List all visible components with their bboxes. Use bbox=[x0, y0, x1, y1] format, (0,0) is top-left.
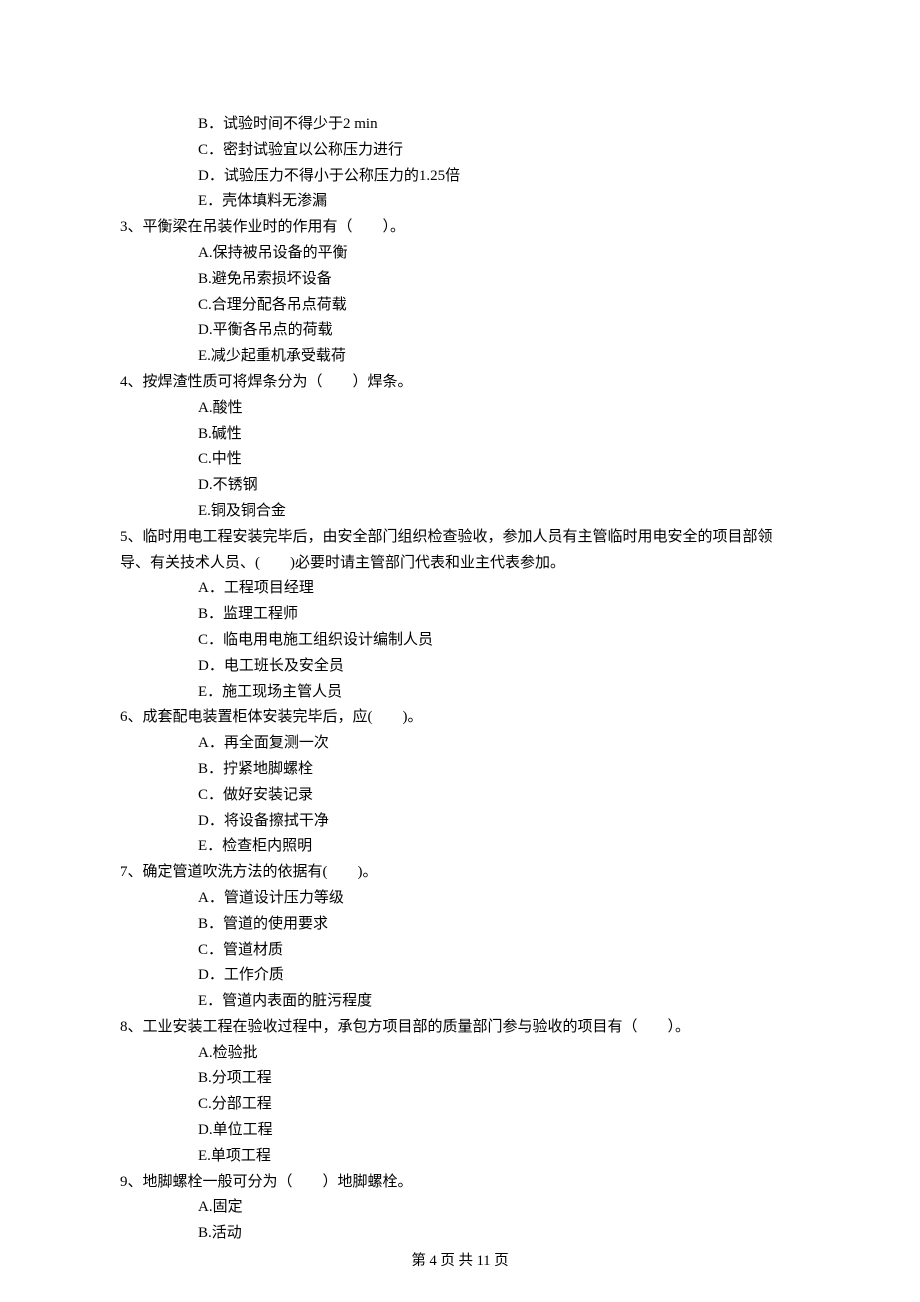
option-e: E．壳体填料无渗漏 bbox=[198, 189, 800, 215]
page: B．试验时间不得少于2 min C．密封试验宜以公称压力进行 D．试验压力不得小… bbox=[0, 0, 920, 1302]
option-e: E.减少起重机承受载荷 bbox=[198, 344, 800, 370]
page-footer: 第 4 页 共 11 页 bbox=[0, 1249, 920, 1274]
question-stem: 6、成套配电装置柜体安装完毕后，应( )。 bbox=[120, 705, 800, 731]
question-4: 4、按焊渣性质可将焊条分为（ ）焊条。 A.酸性 B.碱性 C.中性 D.不锈钢… bbox=[120, 370, 800, 525]
question-3: 3、平衡梁在吊装作业时的作用有（ ）。 A.保持被吊设备的平衡 B.避免吊索损坏… bbox=[120, 215, 800, 370]
option-d: D．试验压力不得小于公称压力的1.25倍 bbox=[198, 164, 800, 190]
question-options: A.保持被吊设备的平衡 B.避免吊索损坏设备 C.合理分配各吊点荷载 D.平衡各… bbox=[120, 241, 800, 370]
option-c: C.合理分配各吊点荷载 bbox=[198, 293, 800, 319]
question-stem: 8、工业安装工程在验收过程中，承包方项目部的质量部门参与验收的项目有（ ）。 bbox=[120, 1015, 800, 1041]
option-a: A.检验批 bbox=[198, 1041, 800, 1067]
option-d: D.平衡各吊点的荷载 bbox=[198, 318, 800, 344]
option-b: B．管道的使用要求 bbox=[198, 912, 800, 938]
question-9: 9、地脚螺栓一般可分为（ ）地脚螺栓。 A.固定 B.活动 bbox=[120, 1170, 800, 1247]
option-a: A.固定 bbox=[198, 1195, 800, 1221]
option-b: B．拧紧地脚螺栓 bbox=[198, 757, 800, 783]
question-stem: 3、平衡梁在吊装作业时的作用有（ ）。 bbox=[120, 215, 800, 241]
option-c: C．密封试验宜以公称压力进行 bbox=[198, 138, 800, 164]
question-8: 8、工业安装工程在验收过程中，承包方项目部的质量部门参与验收的项目有（ ）。 A… bbox=[120, 1015, 800, 1170]
option-e: E.铜及铜合金 bbox=[198, 499, 800, 525]
option-c: C．管道材质 bbox=[198, 938, 800, 964]
option-b: B.碱性 bbox=[198, 422, 800, 448]
option-c: C．临电用电施工组织设计编制人员 bbox=[198, 628, 800, 654]
option-e: E．检查柜内照明 bbox=[198, 834, 800, 860]
option-c: C.中性 bbox=[198, 447, 800, 473]
option-d: D．电工班长及安全员 bbox=[198, 654, 800, 680]
option-c: C．做好安装记录 bbox=[198, 783, 800, 809]
option-a: A.酸性 bbox=[198, 396, 800, 422]
question-7: 7、确定管道吹洗方法的依据有( )。 A．管道设计压力等级 B．管道的使用要求 … bbox=[120, 860, 800, 1015]
option-d: D.不锈钢 bbox=[198, 473, 800, 499]
question-6: 6、成套配电装置柜体安装完毕后，应( )。 A．再全面复测一次 B．拧紧地脚螺栓… bbox=[120, 705, 800, 860]
option-b: B.避免吊索损坏设备 bbox=[198, 267, 800, 293]
option-b: B.活动 bbox=[198, 1221, 800, 1247]
question-options: A．工程项目经理 B．监理工程师 C．临电用电施工组织设计编制人员 D．电工班长… bbox=[120, 576, 800, 705]
option-d: D.单位工程 bbox=[198, 1118, 800, 1144]
question-options: A.检验批 B.分项工程 C.分部工程 D.单位工程 E.单项工程 bbox=[120, 1041, 800, 1170]
question-options: A.酸性 B.碱性 C.中性 D.不锈钢 E.铜及铜合金 bbox=[120, 396, 800, 525]
option-e: E.单项工程 bbox=[198, 1144, 800, 1170]
question-options: A．再全面复测一次 B．拧紧地脚螺栓 C．做好安装记录 D．将设备擦拭干净 E．… bbox=[120, 731, 800, 860]
option-e: E．管道内表面的脏污程度 bbox=[198, 989, 800, 1015]
option-d: D．将设备擦拭干净 bbox=[198, 809, 800, 835]
option-b: B．试验时间不得少于2 min bbox=[198, 112, 800, 138]
option-a: A．再全面复测一次 bbox=[198, 731, 800, 757]
option-b: B.分项工程 bbox=[198, 1066, 800, 1092]
option-a: A．工程项目经理 bbox=[198, 576, 800, 602]
question-options: A.固定 B.活动 bbox=[120, 1195, 800, 1247]
question-5: 5、临时用电工程安装完毕后，由安全部门组织检查验收，参加人员有主管临时用电安全的… bbox=[120, 525, 800, 706]
option-d: D．工作介质 bbox=[198, 963, 800, 989]
option-a: A．管道设计压力等级 bbox=[198, 886, 800, 912]
option-a: A.保持被吊设备的平衡 bbox=[198, 241, 800, 267]
option-b: B．监理工程师 bbox=[198, 602, 800, 628]
question-stem: 7、确定管道吹洗方法的依据有( )。 bbox=[120, 860, 800, 886]
question-stem: 4、按焊渣性质可将焊条分为（ ）焊条。 bbox=[120, 370, 800, 396]
question-options: A．管道设计压力等级 B．管道的使用要求 C．管道材质 D．工作介质 E．管道内… bbox=[120, 886, 800, 1015]
option-e: E．施工现场主管人员 bbox=[198, 680, 800, 706]
continuation-options: B．试验时间不得少于2 min C．密封试验宜以公称压力进行 D．试验压力不得小… bbox=[120, 112, 800, 215]
question-stem: 5、临时用电工程安装完毕后，由安全部门组织检查验收，参加人员有主管临时用电安全的… bbox=[120, 525, 800, 577]
question-stem: 9、地脚螺栓一般可分为（ ）地脚螺栓。 bbox=[120, 1170, 800, 1196]
option-c: C.分部工程 bbox=[198, 1092, 800, 1118]
